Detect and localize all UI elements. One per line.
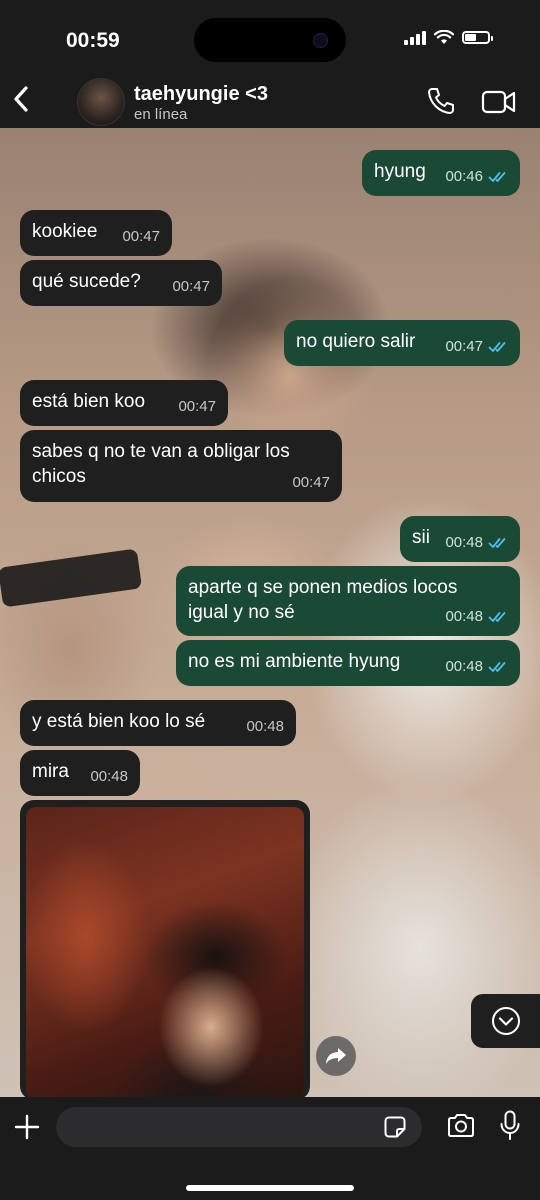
- message-time: 00:46: [445, 168, 483, 185]
- message-time: 00:47: [172, 278, 210, 295]
- wallpaper-detail: [0, 548, 143, 608]
- message-bubble-incoming[interactable]: está bien koo 00:47: [20, 380, 228, 426]
- message-text: hyung: [374, 160, 426, 182]
- message-time: 00:48: [445, 658, 483, 675]
- sticker-icon[interactable]: [384, 1116, 406, 1138]
- status-time: 00:59: [66, 29, 120, 52]
- message-time: 00:47: [292, 474, 330, 491]
- chevron-left-icon[interactable]: [10, 84, 32, 114]
- message-meta: 00:47: [445, 334, 508, 359]
- message-time: 00:48: [445, 608, 483, 625]
- message-meta: 00:48: [90, 764, 128, 789]
- wifi-icon: [434, 30, 454, 44]
- message-time: 00:47: [178, 398, 216, 415]
- message-time: 00:47: [445, 338, 483, 355]
- signal-icon: [404, 30, 426, 45]
- chevron-down-circle-icon: [491, 1007, 520, 1035]
- message-meta: 00:48: [246, 714, 284, 739]
- message-text: no quiero salir: [296, 330, 416, 352]
- message-time: 00:48: [90, 768, 128, 785]
- message-bubble-outgoing[interactable]: aparte q se ponen medios locos igual y n…: [176, 566, 520, 636]
- scroll-to-bottom-button[interactable]: [471, 994, 540, 1048]
- message-time: 00:48: [445, 534, 483, 551]
- message-meta: 00:47: [292, 470, 330, 495]
- forward-icon: [326, 1048, 346, 1064]
- message-meta: 00:48: [445, 604, 508, 629]
- contact-status: en línea: [134, 106, 188, 123]
- phone-icon[interactable]: [426, 86, 456, 116]
- dynamic-island: [194, 18, 346, 62]
- message-text: y está bien koo lo sé: [32, 710, 206, 732]
- message-bubble-incoming[interactable]: y está bien koo lo sé 00:48: [20, 700, 296, 746]
- read-receipt-icon: [488, 341, 506, 352]
- read-receipt-icon: [488, 537, 506, 548]
- battery-icon: [462, 31, 493, 44]
- message-text: sii: [412, 526, 430, 548]
- message-meta: 00:48: [445, 654, 508, 679]
- shared-photo[interactable]: [26, 807, 304, 1099]
- message-bubble-incoming[interactable]: kookiee 00:47: [20, 210, 172, 256]
- message-text-line: chicos: [32, 466, 86, 487]
- message-bubble-outgoing[interactable]: no es mi ambiente hyung 00:48: [176, 640, 520, 686]
- message-input[interactable]: [56, 1107, 422, 1147]
- status-icons: [404, 30, 493, 45]
- read-receipt-icon: [488, 171, 506, 182]
- message-meta: 00:47: [172, 274, 210, 299]
- message-bubble-incoming[interactable]: mira 00:48: [20, 750, 140, 796]
- message-meta: 00:47: [178, 394, 216, 419]
- message-text-line: aparte q se ponen medios locos: [188, 577, 458, 598]
- message-meta: 00:47: [122, 224, 160, 249]
- contact-name[interactable]: taehyungie <3: [134, 83, 268, 106]
- home-indicator: [186, 1185, 354, 1191]
- message-text: kookiee: [32, 220, 98, 242]
- message-bubble-incoming[interactable]: qué sucede? 00:47: [20, 260, 222, 306]
- message-bubble-incoming[interactable]: sabes q no te van a obligar los chicos 0…: [20, 430, 342, 502]
- message-text: no es mi ambiente hyung: [188, 650, 401, 672]
- message-text: mira: [32, 760, 69, 782]
- message-time: 00:48: [246, 718, 284, 735]
- message-text: está bien koo: [32, 390, 146, 412]
- message-text: qué sucede?: [32, 270, 141, 292]
- message-meta: 00:46: [445, 164, 508, 189]
- read-receipt-icon: [488, 661, 506, 672]
- camera-dot: [313, 33, 328, 48]
- forward-button[interactable]: [316, 1036, 356, 1076]
- message-bubble-outgoing[interactable]: sii 00:48: [400, 516, 520, 562]
- image-message[interactable]: [20, 800, 310, 1100]
- contact-avatar[interactable]: [77, 78, 125, 126]
- plus-icon[interactable]: [14, 1114, 40, 1140]
- microphone-icon[interactable]: [500, 1110, 520, 1142]
- message-bubble-outgoing[interactable]: hyung 00:46: [362, 150, 520, 196]
- message-meta: 00:48: [445, 530, 508, 555]
- message-bubble-outgoing[interactable]: no quiero salir 00:47: [284, 320, 520, 366]
- read-receipt-icon: [488, 611, 506, 622]
- message-time: 00:47: [122, 228, 160, 245]
- video-camera-icon[interactable]: [481, 89, 517, 115]
- message-text-line: sabes q no te van a obligar los: [32, 441, 290, 462]
- top-bar: 00:59 taehyungie <3 en línea: [0, 0, 540, 128]
- camera-icon[interactable]: [446, 1113, 476, 1139]
